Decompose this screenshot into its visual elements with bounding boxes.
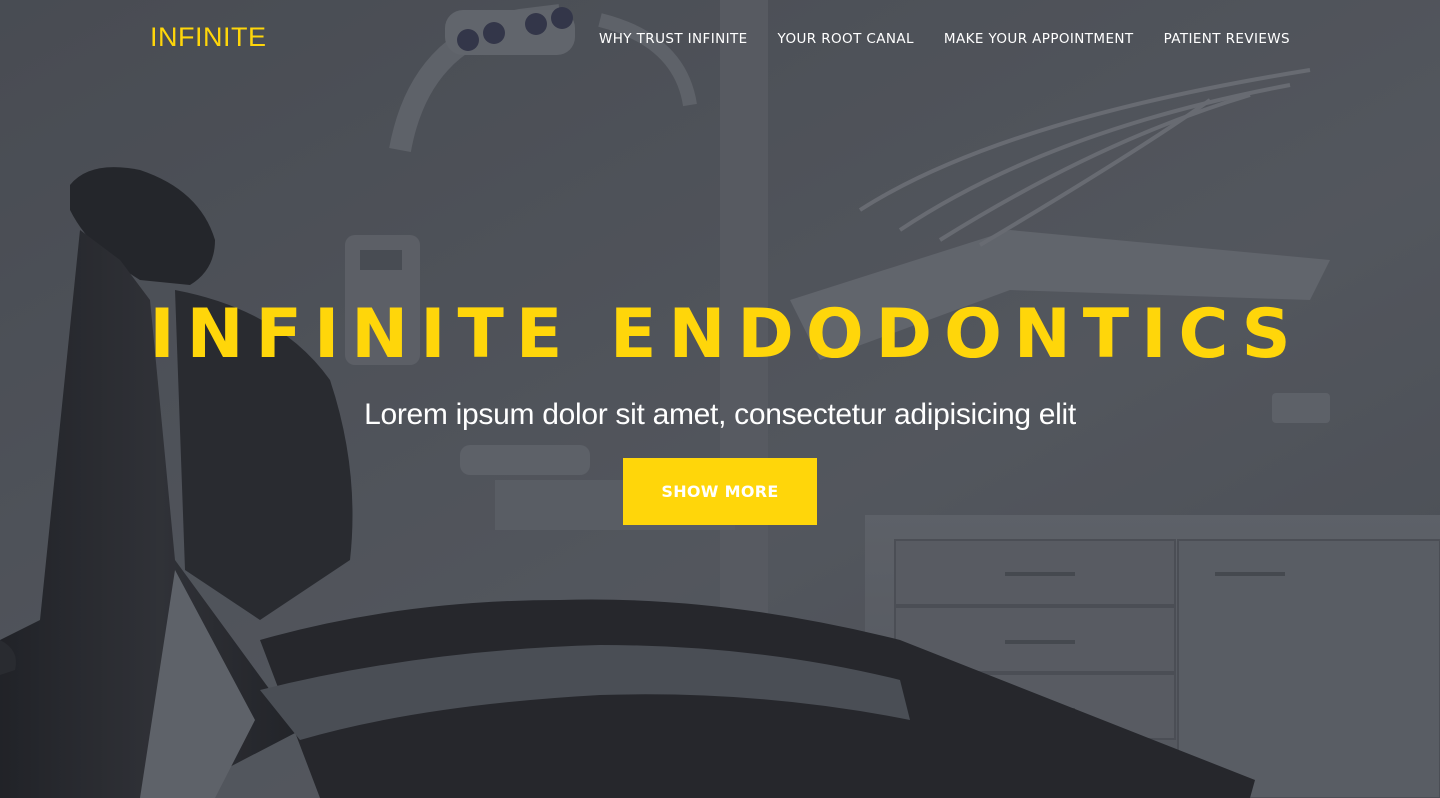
hero-content: INFINITE ENDODONTICS Lorem ipsum dolor s… <box>0 290 1440 525</box>
show-more-button[interactable]: SHOW MORE <box>623 458 817 525</box>
nav-link-make-your-appointment[interactable]: MAKE YOUR APPOINTMENT <box>944 31 1134 47</box>
brand-logo[interactable]: INFINITE <box>150 22 267 53</box>
hero-title: INFINITE ENDODONTICS <box>149 295 1303 374</box>
nav-links: WHY TRUST INFINITE YOUR ROOT CANAL MAKE … <box>599 31 1290 47</box>
nav-link-patient-reviews[interactable]: PATIENT REVIEWS <box>1164 31 1290 47</box>
hero-section: INFINITE WHY TRUST INFINITE YOUR ROOT CA… <box>0 0 1440 798</box>
nav-link-your-root-canal[interactable]: YOUR ROOT CANAL <box>778 31 914 47</box>
nav-link-why-trust-infinite[interactable]: WHY TRUST INFINITE <box>599 31 748 47</box>
top-navbar: INFINITE WHY TRUST INFINITE YOUR ROOT CA… <box>0 0 1440 80</box>
hero-subtitle: Lorem ipsum dolor sit amet, consectetur … <box>364 398 1076 431</box>
